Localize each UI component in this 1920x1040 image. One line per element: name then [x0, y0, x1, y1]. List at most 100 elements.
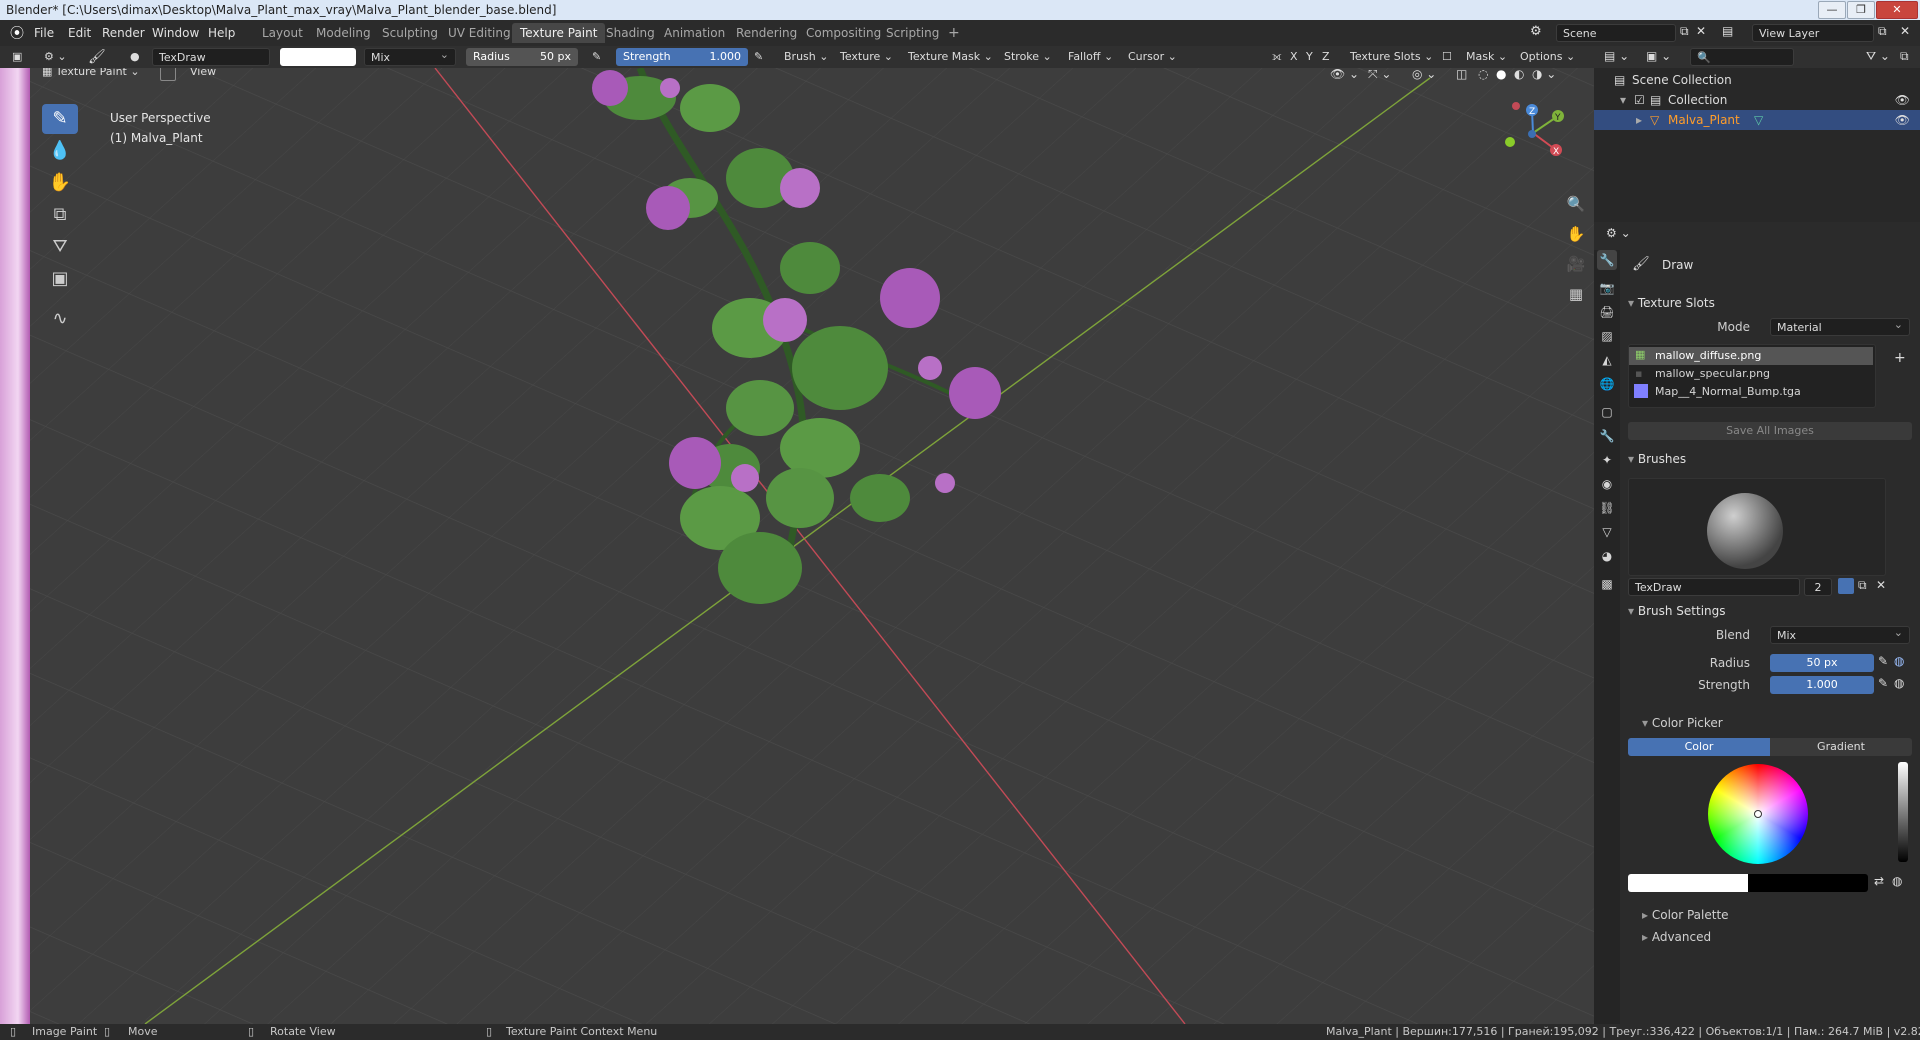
color-swatch-bar[interactable] [1628, 874, 1868, 892]
material-shading-icon[interactable]: ◐ [1514, 68, 1524, 81]
swap-colors-icon[interactable]: ⇄ [1874, 874, 1884, 888]
scene-tab-icon[interactable]: ◭ [1597, 350, 1617, 370]
xray-icon[interactable]: ◫ [1456, 68, 1467, 81]
menu-help[interactable]: Help [208, 26, 235, 40]
mirror-x-toggle[interactable]: X [1290, 48, 1298, 66]
3d-viewport[interactable]: ▦ ▦ Texture Paint ⌄ View User Perspectiv… [0, 68, 1594, 1024]
rendered-shading-icon[interactable]: ◑ ⌄ [1532, 68, 1556, 81]
properties-editor-icon[interactable]: ⚙ ⌄ [1606, 226, 1631, 240]
tab-layout[interactable]: Layout [254, 23, 311, 43]
visibility-icon[interactable]: 👁 ⌄ [1330, 68, 1359, 81]
new-scene-icon[interactable]: ⧉ [1680, 24, 1689, 39]
new-collection-icon[interactable]: ⧉ [1900, 49, 1909, 64]
tab-animation[interactable]: Animation [656, 23, 733, 43]
eye-icon[interactable]: 👁 [1895, 110, 1910, 130]
texture-menu[interactable]: Texture ⌄ [840, 48, 893, 66]
expand-arrow-icon[interactable]: ▾ [1620, 90, 1626, 110]
output-tab-icon[interactable]: 🖨 [1597, 302, 1617, 322]
radius-slider[interactable]: Radius 50 px [466, 48, 578, 66]
menu-render[interactable]: Render [102, 26, 145, 40]
fake-user-icon[interactable] [1838, 578, 1854, 594]
pan-hand-icon[interactable]: ✋ [1562, 220, 1590, 248]
brush-strength-slider[interactable]: 1.000 [1770, 676, 1874, 694]
navigation-gizmo[interactable]: X Y Z [1498, 98, 1568, 168]
minimize-button[interactable]: — [1818, 1, 1846, 19]
gizmo-icon[interactable]: ⤧ ⌄ [1368, 68, 1391, 82]
save-all-images-button[interactable]: Save All Images [1628, 422, 1912, 440]
object-tab-icon[interactable]: ▢ [1597, 402, 1617, 422]
color-palette-subpanel-title[interactable]: Color Palette [1642, 908, 1729, 922]
annotate-tool[interactable]: ∿ [42, 304, 78, 334]
brush-color-swatch[interactable] [280, 48, 356, 66]
radius-pressure-icon[interactable]: ✎ [1878, 654, 1888, 668]
outliner-row-scene-collection[interactable]: ▤ Scene Collection [1594, 70, 1920, 90]
symmetry-icon[interactable]: ⟗ [1272, 48, 1282, 66]
particles-tab-icon[interactable]: ✦ [1597, 450, 1617, 470]
tab-texture-paint[interactable]: Texture Paint [512, 23, 606, 43]
brush-users-count[interactable]: 2 [1804, 578, 1832, 596]
mirror-y-toggle[interactable]: Y [1306, 48, 1313, 66]
outliner-row-malva-plant[interactable]: ▸ ▽ Malva_Plant ▽ 👁 [1594, 110, 1920, 130]
brush-radius-slider[interactable]: 50 px [1770, 654, 1874, 672]
material-tab-icon[interactable]: ◕ [1597, 546, 1617, 566]
constraints-tab-icon[interactable]: ⛓ [1597, 498, 1617, 518]
close-window-button[interactable]: ✕ [1876, 1, 1918, 19]
clone-tool[interactable]: ⧉ [42, 200, 78, 230]
checkbox-icon[interactable]: ☑ [1634, 90, 1645, 110]
radius-pressure-icon[interactable]: ✎ [592, 48, 601, 66]
tool-tab-icon[interactable]: 🔧 [1597, 250, 1617, 270]
draw-tool[interactable]: ✎ [42, 104, 78, 134]
view-layer-tab-icon[interactable]: ▨ [1597, 326, 1617, 346]
tab-compositing[interactable]: Compositing [798, 23, 889, 43]
overlay-icon[interactable]: ◎ ⌄ [1412, 68, 1436, 81]
brush-pin-icon[interactable]: ● [130, 48, 140, 66]
unified-color-icon[interactable]: ◍ [1892, 874, 1902, 888]
brush-name-field[interactable]: TexDraw [152, 48, 270, 66]
brush-blend-dropdown[interactable]: Mix [1770, 624, 1910, 644]
texture-slot-item[interactable]: mallow_diffuse.png [1655, 349, 1761, 362]
new-view-layer-icon[interactable]: ⧉ [1878, 24, 1887, 39]
unlink-brush-icon[interactable]: ✕ [1876, 578, 1886, 592]
strength-unified-icon[interactable]: ◍ [1894, 676, 1904, 690]
color-wheel[interactable] [1708, 764, 1808, 864]
modifier-tab-icon[interactable]: 🔧 [1597, 426, 1617, 446]
blend-mode-dropdown[interactable]: Mix [364, 46, 456, 66]
world-tab-icon[interactable]: 🌐 [1597, 374, 1617, 394]
gradient-tab[interactable]: Gradient [1770, 738, 1912, 756]
strength-slider[interactable]: Strength 1.000 [616, 48, 748, 66]
tab-modeling[interactable]: Modeling [308, 23, 379, 43]
delete-scene-icon[interactable]: ✕ [1696, 24, 1706, 38]
add-slot-button[interactable]: + [1894, 350, 1906, 366]
mirror-z-toggle[interactable]: Z [1322, 48, 1330, 66]
blender-logo-icon[interactable]: ⦿ [10, 23, 24, 43]
texture-slots-panel-title[interactable]: Texture Slots [1628, 296, 1715, 310]
texture-mode-dropdown[interactable]: Material [1770, 316, 1910, 336]
stroke-menu[interactable]: Stroke ⌄ [1004, 48, 1052, 66]
radius-unit-icon[interactable]: ◍ [1894, 654, 1904, 668]
value-slider[interactable] [1898, 762, 1908, 862]
zoom-icon[interactable]: 🔍 [1562, 190, 1590, 218]
wireframe-shading-icon[interactable]: ◌ [1478, 68, 1488, 81]
strength-pressure-icon[interactable]: ✎ [1878, 676, 1888, 690]
data-tab-icon[interactable]: ▽ [1597, 522, 1617, 542]
menu-edit[interactable]: Edit [68, 26, 91, 40]
menu-file[interactable]: File [34, 26, 54, 40]
texture-slots-menu[interactable]: Texture Slots ⌄ [1350, 48, 1433, 66]
fill-tool[interactable]: ⛛ [42, 232, 78, 262]
strength-pressure-icon[interactable]: ✎ [754, 48, 763, 66]
options-menu[interactable]: Options ⌄ [1520, 48, 1575, 66]
color-wheel-cursor[interactable] [1754, 810, 1762, 818]
brushes-panel-title[interactable]: Brushes [1628, 452, 1686, 466]
brush-menu[interactable]: Brush ⌄ [784, 48, 828, 66]
camera-view-icon[interactable]: 🎥 [1562, 250, 1590, 278]
duplicate-brush-icon[interactable]: ⧉ [1858, 578, 1867, 593]
texture-mask-menu[interactable]: Texture Mask ⌄ [908, 48, 993, 66]
render-tab-icon[interactable]: 📷 [1597, 278, 1617, 298]
brush-name-field[interactable]: TexDraw [1628, 578, 1800, 596]
view-menu[interactable]: View [190, 68, 216, 78]
color-tab[interactable]: Color [1628, 738, 1770, 756]
expand-arrow-icon[interactable]: ▸ [1636, 110, 1642, 130]
texture-tab-icon[interactable]: ▩ [1597, 574, 1617, 594]
view-layer-selector[interactable]: View Layer [1752, 24, 1874, 42]
tab-uv-editing[interactable]: UV Editing [440, 23, 519, 43]
